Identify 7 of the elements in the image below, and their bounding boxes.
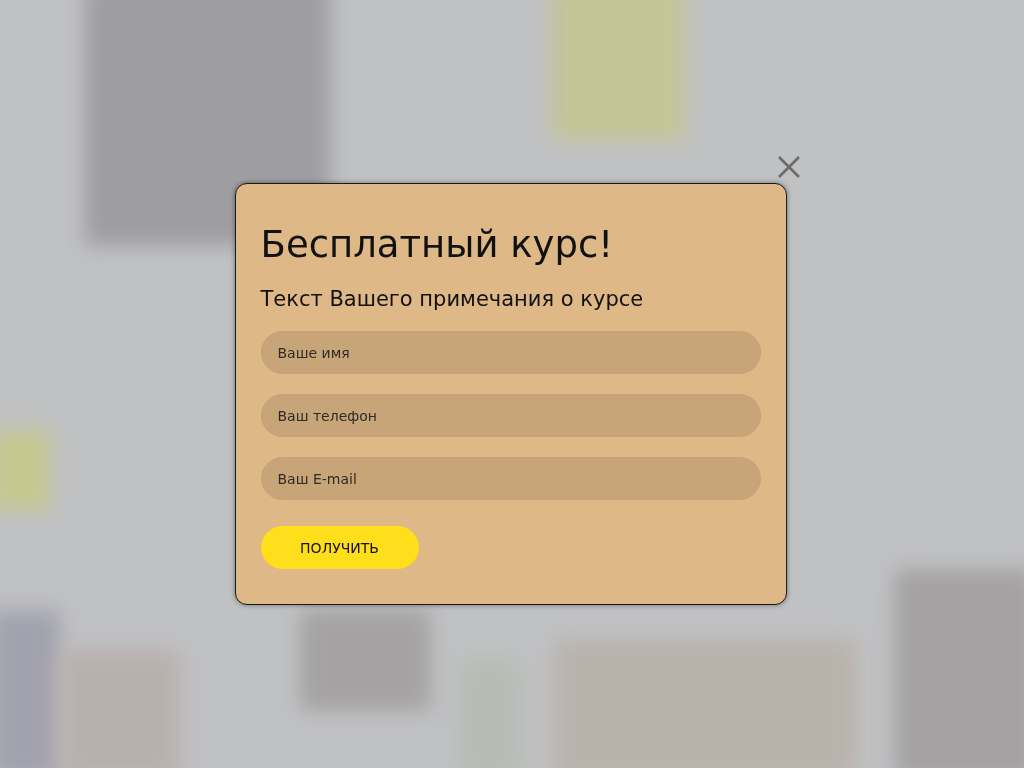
submit-button[interactable]: ПОЛУЧИТЬ [260,526,419,569]
input-field[interactable]: Ваш E-mail [260,457,761,500]
dialog-subtitle: Текст Вашего примечания о курсе [260,286,645,313]
dialog-title: Бесплатный курс! [260,222,615,268]
close-icon[interactable] [777,156,800,178]
input-field[interactable]: Ваш телефон [260,394,761,437]
input-field[interactable]: Ваше имя [260,331,761,374]
